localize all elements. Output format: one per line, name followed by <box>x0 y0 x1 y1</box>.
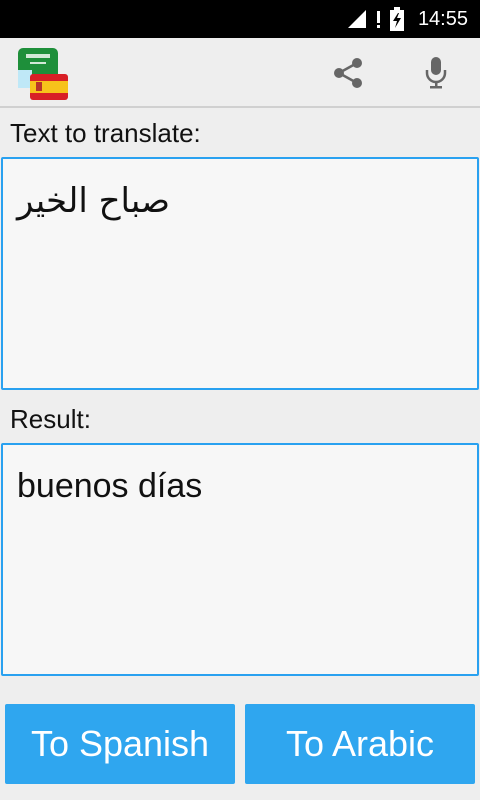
signal-icon <box>347 10 366 28</box>
status-time: 14:55 <box>417 7 468 30</box>
share-icon <box>334 58 362 88</box>
app-actions <box>330 38 454 108</box>
text-to-translate-input[interactable]: صباح الخير <box>1 157 479 390</box>
input-text: صباح الخير <box>17 181 171 221</box>
microphone-button[interactable] <box>418 55 454 91</box>
alert-icon <box>376 11 380 28</box>
microphone-icon <box>425 57 447 89</box>
input-label: Text to translate: <box>10 118 201 148</box>
result-output[interactable]: buenos días <box>1 443 479 676</box>
status-bar: 14:55 <box>0 0 480 38</box>
share-button[interactable] <box>330 55 366 91</box>
status-icons: 14:55 <box>346 0 468 38</box>
result-text: buenos días <box>17 467 203 505</box>
to-spanish-button[interactable]: To Spanish <box>5 704 235 784</box>
app-bar <box>0 38 480 108</box>
arabic-spanish-flags-logo <box>18 48 68 100</box>
battery-charging-icon <box>389 7 404 31</box>
to-arabic-button[interactable]: To Arabic <box>245 704 475 784</box>
result-label: Result: <box>10 404 91 434</box>
